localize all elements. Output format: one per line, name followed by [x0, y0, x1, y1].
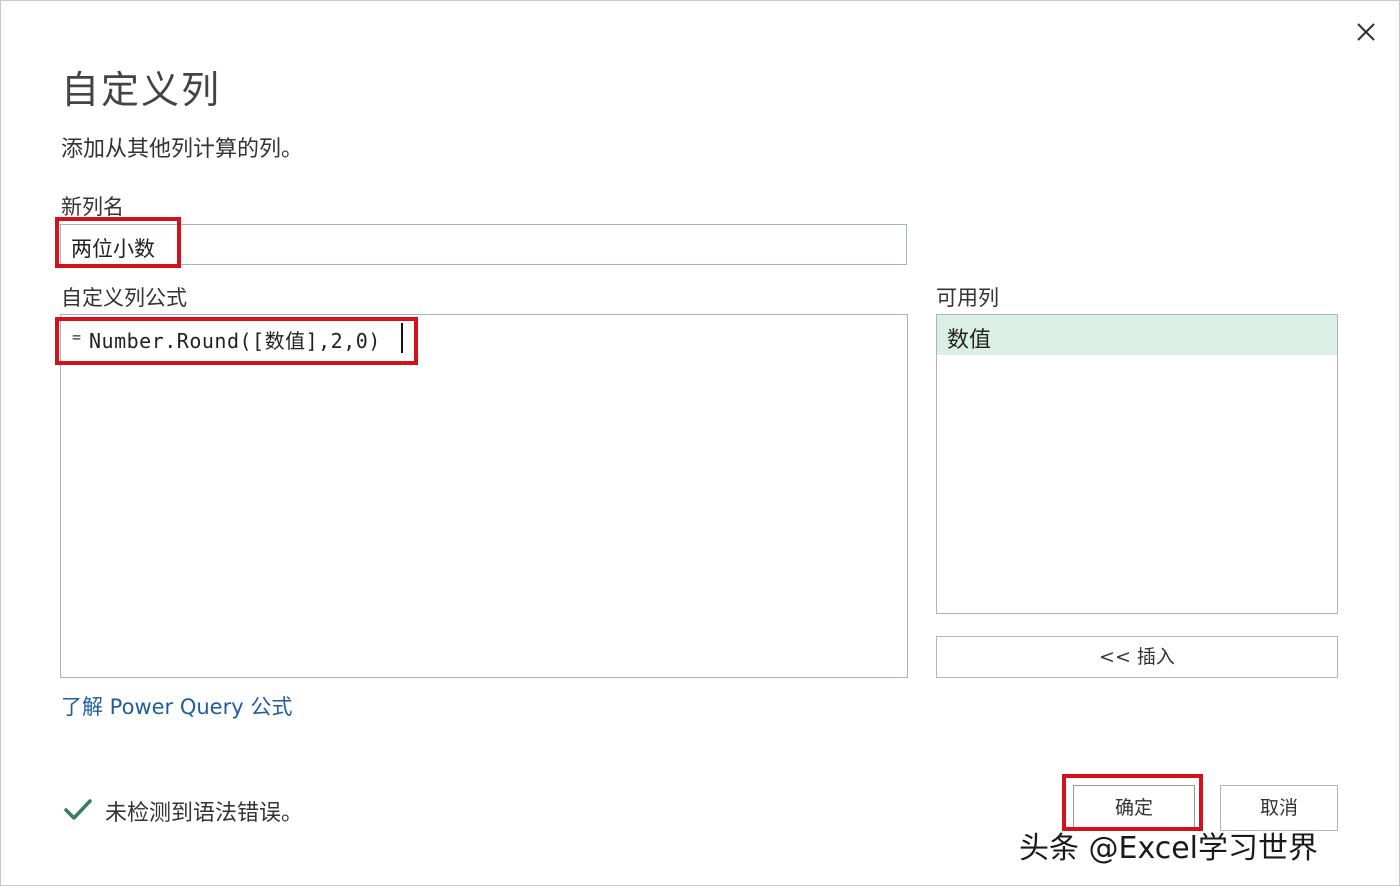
learn-power-query-link[interactable]: 了解 Power Query 公式: [61, 691, 292, 721]
available-columns-label: 可用列: [936, 286, 999, 310]
available-columns-list: [936, 314, 1338, 614]
available-column-item[interactable]: 数值: [937, 315, 1337, 355]
close-icon[interactable]: [1349, 15, 1383, 49]
dialog-title: 自定义列: [61, 68, 222, 112]
formula-editor[interactable]: [60, 314, 908, 678]
watermark-text: 头条 @Excel学习世界: [1019, 831, 1319, 866]
check-icon: [64, 799, 92, 820]
new-column-name-label: 新列名: [61, 195, 124, 219]
formula-text[interactable]: Number.Round([数值],2,0): [89, 325, 381, 354]
formula-label: 自定义列公式: [61, 286, 187, 310]
new-column-name-input[interactable]: 两位小数: [60, 224, 907, 265]
dialog-subtitle: 添加从其他列计算的列。: [61, 137, 304, 162]
custom-column-dialog: 自定义列 添加从其他列计算的列。 新列名 两位小数 自定义列公式 = Numbe…: [0, 0, 1400, 886]
formula-equals-sign: =: [72, 328, 82, 346]
text-caret: [401, 323, 403, 353]
syntax-status-text: 未检测到语法错误。: [105, 801, 304, 826]
insert-button[interactable]: << 插入: [936, 636, 1338, 678]
